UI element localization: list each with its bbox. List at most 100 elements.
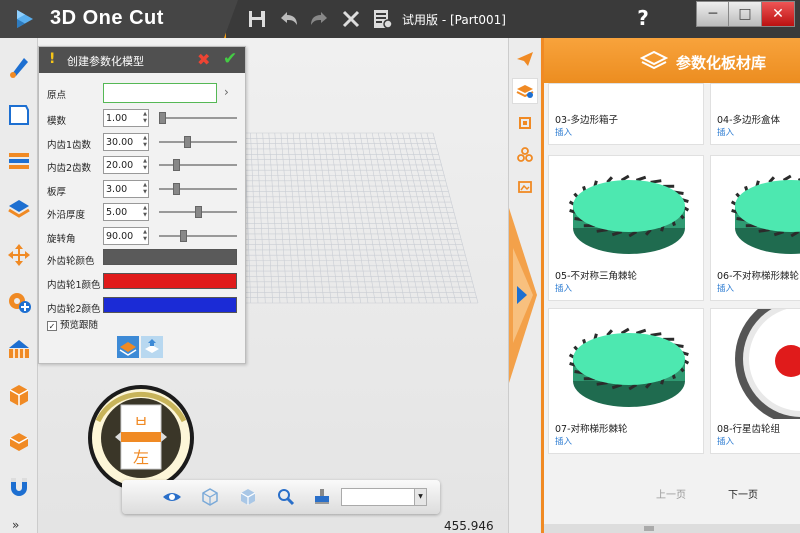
param-slider[interactable]: [159, 206, 237, 218]
image-tab[interactable]: [512, 174, 538, 200]
plate-library-tab[interactable]: [512, 78, 538, 104]
eye-icon[interactable]: [162, 488, 182, 506]
slider-thumb[interactable]: [180, 229, 188, 242]
window-close-button[interactable]: ✕: [761, 1, 795, 27]
param-spinbox[interactable]: 90.00 ▲ ▼: [103, 226, 149, 245]
model-thumbnail: [735, 309, 800, 419]
collapse-library-arrow-icon[interactable]: [509, 208, 539, 383]
wireframe-cube-icon[interactable]: [200, 488, 220, 506]
more-tools-button[interactable]: »: [12, 518, 19, 532]
param-value[interactable]: 1.00: [106, 113, 127, 124]
param-slider[interactable]: [159, 135, 237, 148]
maximize-button[interactable]: □: [728, 1, 762, 27]
move-icon[interactable]: [6, 242, 32, 268]
param-slider[interactable]: [159, 112, 237, 124]
magnet-icon[interactable]: [6, 474, 32, 500]
chevron-down-icon[interactable]: ▼: [414, 489, 426, 505]
param-spinbox[interactable]: 30.00 ▲ ▼: [103, 132, 149, 151]
zoom-icon[interactable]: [276, 488, 296, 506]
library-card[interactable]: 05-不对称三角棘轮 插入: [548, 155, 704, 301]
param-value[interactable]: 20.00: [106, 160, 133, 171]
param-label: 内齿1齿数: [47, 139, 92, 151]
undo-icon[interactable]: [276, 6, 302, 32]
confirm-icon[interactable]: ✔: [223, 49, 237, 69]
next-page-button[interactable]: 下一页: [728, 486, 758, 501]
param-value[interactable]: 5.00: [106, 207, 127, 218]
prev-page-button[interactable]: 上一页: [656, 486, 686, 501]
color-swatch[interactable]: [103, 297, 237, 313]
spin-arrows-icon[interactable]: ▲ ▼: [143, 111, 147, 125]
param-value[interactable]: 90.00: [106, 231, 133, 242]
library-tab-strip: [508, 38, 540, 533]
slider-thumb[interactable]: [194, 206, 202, 218]
model-thumbnail: [730, 174, 800, 254]
chevron-right-icon[interactable]: ›: [224, 85, 229, 99]
molecule-tab[interactable]: [512, 142, 538, 168]
color-swatch[interactable]: [103, 249, 237, 265]
paint-bucket-icon[interactable]: [312, 488, 332, 506]
color-swatch[interactable]: [103, 273, 237, 289]
library-card[interactable]: 04-多边形盒体 插入: [710, 83, 800, 145]
origin-input[interactable]: [103, 83, 217, 103]
frame-icon[interactable]: [6, 336, 32, 362]
paper-plane-tab[interactable]: [512, 46, 538, 72]
library-card[interactable]: 03-多边形箱子 插入: [548, 83, 704, 145]
redo-icon[interactable]: [306, 6, 332, 32]
cancel-icon[interactable]: ✖: [197, 50, 210, 69]
insert-link[interactable]: 插入: [717, 126, 734, 138]
spin-arrows-icon[interactable]: ▲ ▼: [143, 229, 147, 243]
insert-link[interactable]: 插入: [555, 126, 572, 138]
layers-icon[interactable]: [6, 148, 32, 174]
slider-thumb[interactable]: [183, 135, 191, 148]
param-slider[interactable]: [159, 229, 237, 242]
shaded-cube-icon[interactable]: [238, 488, 258, 506]
spin-arrows-icon[interactable]: ▲ ▼: [143, 182, 147, 196]
preview-follow-checkbox[interactable]: ✓ 预览跟随: [47, 317, 98, 331]
plate-sketch-icon[interactable]: [6, 102, 32, 128]
checkbox-icon[interactable]: ✓: [47, 320, 57, 331]
minimize-button[interactable]: ─: [696, 1, 730, 27]
slider-thumb[interactable]: [173, 159, 181, 171]
close-icon[interactable]: [338, 6, 364, 32]
view-cube[interactable]: ㅂ 左: [86, 383, 196, 493]
app-logo-icon: [17, 10, 33, 28]
view-cube-left-face[interactable]: 左: [133, 448, 149, 467]
param-slider[interactable]: [159, 159, 237, 171]
param-spinbox[interactable]: 3.00 ▲ ▼: [103, 179, 149, 198]
param-spinbox[interactable]: 20.00 ▲ ▼: [103, 156, 149, 174]
help-button[interactable]: ?: [630, 6, 656, 32]
spin-arrows-icon[interactable]: ▲ ▼: [143, 158, 147, 172]
library-card[interactable]: 07-对称梯形棘轮 插入: [548, 308, 704, 454]
upload-plate-icon[interactable]: [141, 336, 163, 358]
view-select-dropdown[interactable]: ▼: [341, 488, 427, 506]
view-cube-top-face[interactable]: ㅂ: [134, 412, 149, 431]
chip-tab[interactable]: [512, 110, 538, 136]
box-icon[interactable]: [6, 382, 32, 408]
gear-add-icon[interactable]: [6, 288, 32, 314]
insert-link[interactable]: 插入: [555, 282, 572, 294]
param-slider[interactable]: [159, 182, 237, 195]
insert-link[interactable]: 插入: [717, 282, 734, 294]
param-spinbox[interactable]: 5.00 ▲ ▼: [103, 203, 149, 221]
insert-link[interactable]: 插入: [555, 435, 572, 447]
sketch-pen-icon[interactable]: [6, 54, 32, 80]
slider-thumb[interactable]: [159, 112, 166, 124]
scroll-thumb[interactable]: [644, 526, 654, 531]
spin-arrows-icon[interactable]: ▲ ▼: [143, 205, 147, 219]
library-scrollbar[interactable]: [544, 524, 800, 533]
material-icon[interactable]: [6, 428, 32, 454]
library-card[interactable]: 08-行星齿轮组 插入: [710, 308, 800, 454]
param-value[interactable]: 3.00: [106, 184, 127, 195]
stack-plate-icon[interactable]: [6, 194, 32, 220]
spin-arrows-icon[interactable]: ▲ ▼: [143, 135, 147, 149]
card-name: 05-不对称三角棘轮: [555, 271, 638, 282]
layer-place-icon[interactable]: [117, 336, 139, 358]
insert-link[interactable]: 插入: [717, 435, 734, 447]
param-label: 板厚: [47, 186, 67, 198]
properties-icon[interactable]: [370, 6, 396, 32]
param-spinbox[interactable]: 1.00 ▲ ▼: [103, 109, 149, 127]
save-icon[interactable]: [244, 6, 270, 32]
library-card[interactable]: 06-不对称梯形棘轮 插入: [710, 155, 800, 301]
param-value[interactable]: 30.00: [106, 137, 133, 148]
slider-thumb[interactable]: [173, 182, 181, 195]
